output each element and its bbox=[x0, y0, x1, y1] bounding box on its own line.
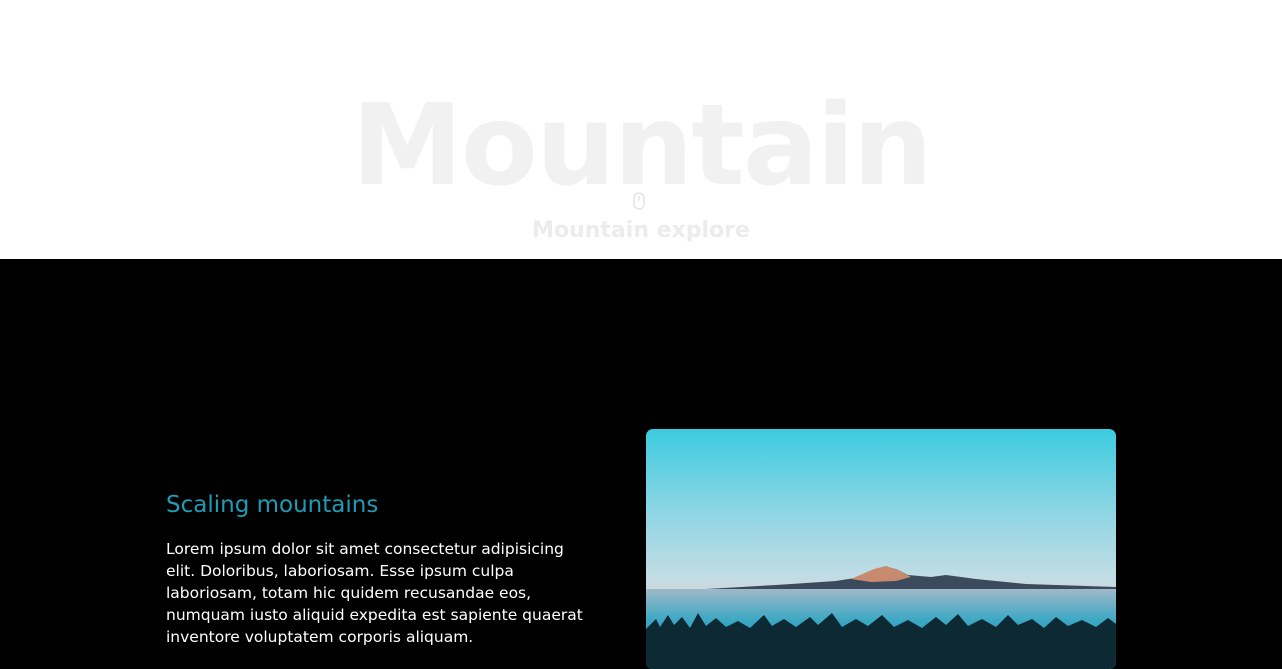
section-heading: Scaling mountains bbox=[166, 492, 379, 518]
section-body-text: Lorem ipsum dolor sit amet consectetur a… bbox=[166, 540, 583, 646]
hero-title: Mountain bbox=[351, 81, 932, 211]
hero-subtitle: Mountain explore bbox=[532, 218, 750, 243]
hero-section: Mountain Mountain explore bbox=[0, 0, 1282, 259]
mountain-photo bbox=[646, 429, 1116, 669]
mouse-icon[interactable] bbox=[632, 192, 646, 210]
content-section: Scaling mountains Lorem ipsum dolor sit … bbox=[0, 259, 1282, 669]
